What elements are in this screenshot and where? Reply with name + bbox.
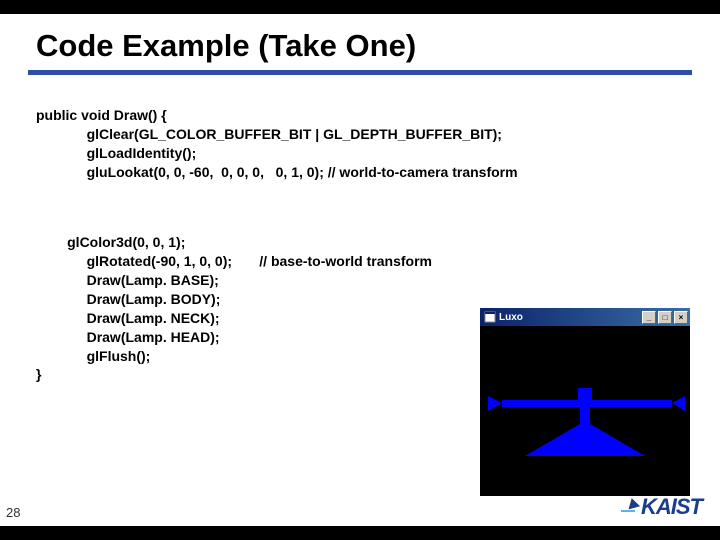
code-line: glClear(GL_COLOR_BUFFER_BIT | GL_DEPTH_B… [87, 126, 502, 142]
code-line: glRotated(-90, 1, 0, 0); [87, 253, 232, 269]
code-line: Draw(Lamp. BASE); [87, 272, 219, 288]
code-line: glFlush(); [87, 348, 151, 364]
window-title: Luxo [484, 311, 523, 323]
app-icon [484, 311, 496, 323]
close-button[interactable]: × [674, 311, 688, 324]
code-line: } [36, 366, 41, 382]
minimize-button[interactable]: _ [642, 311, 656, 324]
luxo-window: Luxo _ □ × [480, 308, 690, 496]
code-line: public void Draw() { [36, 107, 167, 123]
window-titlebar: Luxo _ □ × [480, 308, 690, 326]
window-buttons: _ □ × [642, 311, 688, 324]
window-title-text: Luxo [499, 312, 523, 323]
logo-text: KAIST [641, 494, 702, 520]
slide: Code Example (Take One) public void Draw… [0, 14, 720, 526]
logo-dash-icon [621, 510, 635, 512]
code-block: public void Draw() { glClear(GL_COLOR_BU… [0, 87, 720, 200]
code-line: glLoadIdentity(); [87, 145, 197, 161]
window-content [480, 326, 690, 496]
lamp-render [480, 326, 690, 496]
logo-accent-icon [626, 497, 640, 510]
code-comment: // base-to-world transform [259, 253, 432, 269]
code-line: glColor3d(0, 0, 1); [67, 234, 185, 250]
maximize-button[interactable]: □ [658, 311, 672, 324]
kaist-logo: KAIST [641, 494, 702, 520]
code-line: Draw(Lamp. HEAD); [87, 329, 220, 345]
code-line: gluLookat(0, 0, -60, 0, 0, 0, 0, 1, 0); … [87, 164, 518, 180]
slide-title: Code Example (Take One) [0, 14, 720, 70]
logo-label: KAIST [641, 494, 702, 519]
code-line: Draw(Lamp. NECK); [87, 310, 220, 326]
code-line: Draw(Lamp. BODY); [87, 291, 221, 307]
title-rule [28, 70, 692, 75]
page-number: 28 [6, 505, 20, 520]
